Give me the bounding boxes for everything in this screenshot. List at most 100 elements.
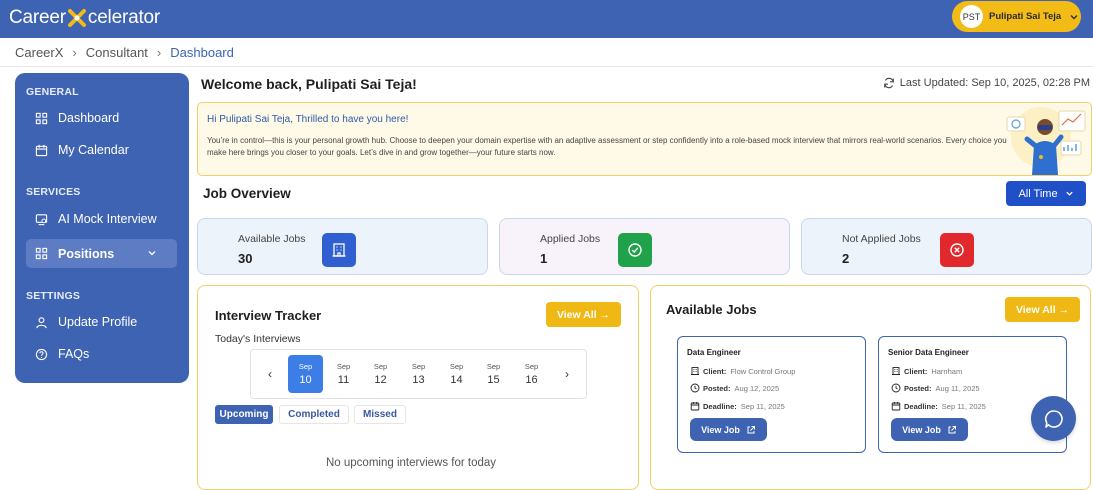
chat-bubble-icon (1044, 409, 1063, 428)
chat-button[interactable] (1031, 396, 1076, 441)
tab-missed[interactable]: Missed (354, 405, 406, 424)
breadcrumb-careerx[interactable]: CareerX (15, 45, 63, 60)
deadline-label: Deadline: (703, 401, 737, 411)
view-job-button[interactable]: View Job (891, 418, 968, 441)
date-month: Sep (524, 362, 539, 371)
tab-upcoming[interactable]: Upcoming (215, 405, 273, 424)
breadcrumb-dashboard[interactable]: Dashboard (170, 45, 234, 60)
date-item[interactable]: Sep 10 (288, 355, 323, 393)
external-link-icon (747, 425, 755, 433)
check-circle-icon (618, 233, 652, 267)
date-item[interactable]: Sep 12 (363, 355, 398, 393)
date-month: Sep (336, 362, 351, 371)
date-item[interactable]: Sep 15 (476, 355, 511, 393)
tracker-view-all-button[interactable]: View All → (546, 302, 621, 327)
date-item[interactable]: Sep 13 (401, 355, 436, 393)
stat-value: 2 (842, 251, 850, 266)
clock-icon (891, 383, 901, 393)
time-filter-dropdown[interactable]: All Time (1006, 181, 1086, 206)
stat-card-applied-jobs[interactable]: Applied Jobs 1 (499, 218, 790, 275)
welcome-banner: Hi Pulipati Sai Teja, Thrilled to have y… (197, 102, 1092, 176)
sidebar-item-positions[interactable]: Positions (26, 239, 177, 268)
clock-icon (690, 383, 700, 393)
stat-label: Applied Jobs (540, 233, 601, 245)
sidebar-section-services: SERVICES (26, 186, 81, 198)
ai-screen-icon (35, 213, 48, 225)
date-day: 11 (337, 374, 350, 386)
chevron-down-icon (1065, 191, 1073, 196)
refresh-icon[interactable] (883, 77, 895, 89)
sidebar-section-settings: SETTINGS (26, 290, 81, 302)
tab-completed[interactable]: Completed (279, 405, 349, 424)
sidebar-item-dashboard[interactable]: Dashboard (35, 111, 119, 125)
x-circle-icon (940, 233, 974, 267)
sidebar: GENERAL Dashboard My Calendar SERVICES A… (15, 73, 189, 383)
deadline-value: Sep 11, 2025 (941, 401, 986, 411)
prev-dates-icon[interactable]: ‹ (264, 367, 276, 381)
breadcrumb-separator-icon: › (72, 45, 77, 60)
time-filter-label: All Time (1018, 187, 1058, 200)
welcome-heading: Welcome back, Pulipati Sai Teja! (201, 76, 417, 92)
user-icon (36, 316, 47, 328)
sidebar-item-label: AI Mock Interview (58, 212, 157, 226)
date-month: Sep (411, 362, 426, 371)
date-day: 13 (412, 374, 425, 386)
logo-text-left: Career (9, 7, 66, 28)
avatar: PST (960, 5, 983, 28)
banner-body: You’re in control—this is your personal … (207, 136, 1007, 157)
sidebar-item-faqs[interactable]: FAQs (35, 347, 89, 361)
view-job-button[interactable]: View Job (690, 418, 767, 441)
job-deadline-row: Deadline: Sep 11, 2025 (690, 401, 785, 411)
deadline-label: Deadline: (904, 401, 938, 411)
date-day: 12 (374, 374, 387, 386)
stat-label: Not Applied Jobs (842, 233, 921, 245)
last-updated: Last Updated: Sep 10, 2025, 02:28 PM (883, 77, 1090, 89)
divider (0, 66, 1093, 67)
posted-label: Posted: (703, 383, 731, 393)
job-card: Data Engineer Client: Flow Control Group … (677, 336, 866, 453)
sidebar-item-label: My Calendar (58, 143, 129, 157)
posted-value: Aug 12, 2025 (734, 383, 780, 393)
top-bar: Career celerator PST Pulipati Sai Teja (0, 0, 1093, 38)
date-day: 15 (487, 374, 500, 386)
user-menu[interactable]: PST Pulipati Sai Teja (952, 1, 1081, 32)
chevron-down-icon[interactable] (147, 248, 157, 258)
sidebar-item-update-profile[interactable]: Update Profile (35, 315, 137, 329)
job-overview-title: Job Overview (203, 186, 291, 201)
logo[interactable]: Career celerator (9, 6, 160, 30)
date-day: 16 (525, 374, 538, 386)
stat-value: 30 (238, 251, 253, 266)
jobs-view-all-button[interactable]: View All → (1005, 297, 1080, 322)
grid-icon (35, 112, 48, 124)
breadcrumb-consultant[interactable]: Consultant (86, 45, 148, 60)
sidebar-item-my-calendar[interactable]: My Calendar (35, 143, 129, 157)
sidebar-item-ai-mock-interview[interactable]: AI Mock Interview (35, 212, 157, 226)
stat-card-available-jobs[interactable]: Available Jobs 30 (197, 218, 488, 275)
job-client-row: Client: Flow Control Group (690, 366, 795, 376)
date-item[interactable]: Sep 16 (514, 355, 549, 393)
date-month: Sep (298, 362, 313, 371)
posted-value: Aug 11, 2025 (935, 383, 980, 393)
date-item[interactable]: Sep 14 (439, 355, 474, 393)
job-client-row: Client: Harnham (891, 366, 962, 376)
vr-person-illustration-icon (1006, 107, 1086, 175)
date-month: Sep (373, 362, 388, 371)
client-value: Harnham (931, 366, 963, 376)
calendar-icon (891, 402, 901, 411)
client-label: Client: (703, 366, 727, 376)
building-icon (691, 367, 699, 375)
chevron-down-icon (1070, 14, 1078, 19)
date-month: Sep (449, 362, 464, 371)
sidebar-item-label: Positions (58, 246, 115, 261)
stat-card-not-applied-jobs[interactable]: Not Applied Jobs 2 (801, 218, 1092, 275)
calendar-icon (35, 144, 48, 156)
sidebar-item-label: FAQs (58, 347, 90, 361)
logo-text-right: celerator (87, 7, 161, 28)
user-name: Pulipati Sai Teja (989, 11, 1062, 22)
date-item[interactable]: Sep 11 (326, 355, 361, 393)
view-job-label: View Job (902, 424, 941, 435)
date-month: Sep (486, 362, 501, 371)
next-dates-icon[interactable]: › (561, 367, 573, 381)
client-label: Client: (904, 366, 928, 376)
breadcrumb-separator-icon: › (156, 45, 162, 60)
